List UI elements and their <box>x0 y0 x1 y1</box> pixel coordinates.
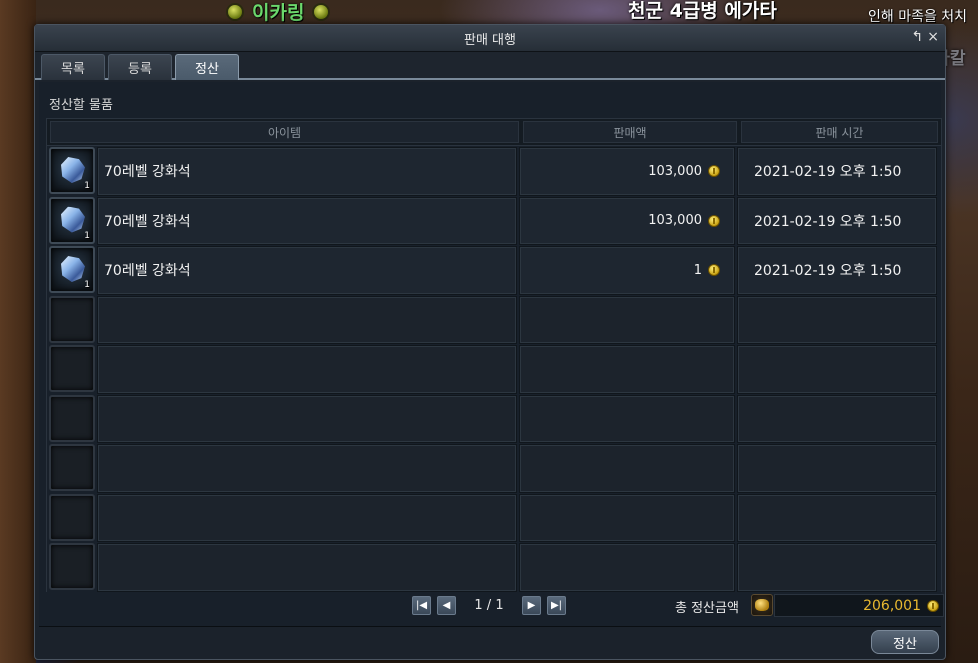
item-quantity: 1 <box>84 230 90 241</box>
prev-page-icon[interactable]: ◀ <box>437 596 456 615</box>
settlement-table: 아이템 판매액 판매 시간 1 70레벨 강화석 103,000 2021-02… <box>46 118 942 592</box>
empty-table-row <box>46 443 942 493</box>
empty-cell <box>737 295 937 344</box>
column-header-price[interactable]: 판매액 <box>523 121 737 143</box>
empty-table-row <box>46 393 942 443</box>
total-label: 총 정산금액 <box>675 601 739 616</box>
total-amount: 206,001 <box>863 597 921 614</box>
gold-coin-icon <box>927 599 939 612</box>
table-row[interactable]: 1 70레벨 강화석 103,000 2021-02-19 오후 1:50 <box>46 146 942 196</box>
close-icon[interactable]: × <box>927 29 939 45</box>
item-slot[interactable]: 1 <box>49 147 95 194</box>
last-page-icon[interactable]: ▶| <box>547 596 566 615</box>
empty-cell <box>519 345 735 394</box>
empty-cell <box>519 493 735 542</box>
item-quantity: 1 <box>84 181 90 191</box>
gold-coin-icon <box>708 165 720 178</box>
empty-item-slot <box>49 295 95 343</box>
table-row[interactable]: 1 70레벨 강화석 1 2021-02-19 오후 1:50 <box>46 245 942 295</box>
item-quantity: 1 <box>84 280 90 290</box>
first-page-icon[interactable]: |◀ <box>412 596 431 615</box>
empty-cell <box>519 543 735 592</box>
sale-time: 2021-02-19 오후 1:50 <box>737 147 937 196</box>
item-slot[interactable]: 1 <box>49 246 95 293</box>
gold-coin-icon <box>708 214 720 227</box>
window-title: 판매 대행 <box>464 32 516 48</box>
settle-button[interactable]: 정산 <box>871 630 939 654</box>
empty-table-row <box>46 492 942 542</box>
empty-cell <box>97 345 517 394</box>
settlement-panel: 정산할 물품 아이템 판매액 판매 시간 1 70레벨 강화석 103,000 … <box>39 82 944 627</box>
empty-cell <box>737 345 937 394</box>
item-slot[interactable]: 1 <box>49 196 95 244</box>
empty-table-row <box>46 542 942 592</box>
tab-bar: 목록 등록 정산 <box>35 52 945 80</box>
sales-agent-window: 판매 대행 ↰ × 목록 등록 정산 정산할 물품 아이템 판매액 판매 시간 … <box>34 24 946 660</box>
enhancement-stone-icon <box>61 157 85 183</box>
empty-cell <box>737 493 937 542</box>
empty-item-slot <box>49 345 95 392</box>
window-titlebar[interactable]: 판매 대행 ↰ × <box>35 25 945 52</box>
empty-table-row <box>46 294 942 344</box>
empty-cell <box>519 444 735 493</box>
section-label: 정산할 물품 <box>49 98 113 113</box>
enhancement-stone-icon <box>61 256 85 282</box>
sale-price-cell: 103,000 <box>519 196 735 245</box>
sale-time: 2021-02-19 오후 1:50 <box>737 246 937 295</box>
tab-list[interactable]: 목록 <box>41 54 105 80</box>
tab-register[interactable]: 등록 <box>108 54 172 80</box>
sale-price-cell: 1 <box>519 246 735 295</box>
enhancement-stone-icon <box>61 206 85 233</box>
table-footer: |◀ ◀ 1 / 1 ▶ ▶| 총 정산금액 206,001 <box>46 590 944 620</box>
gold-coin-icon <box>708 264 720 277</box>
sale-price-cell: 103,000 <box>519 147 735 196</box>
empty-cell <box>97 493 517 542</box>
sale-price: 103,000 <box>648 163 702 179</box>
sale-price: 103,000 <box>648 213 702 229</box>
column-header-item[interactable]: 아이템 <box>50 121 519 143</box>
column-header-time[interactable]: 판매 시간 <box>741 121 938 143</box>
empty-cell <box>737 444 937 493</box>
empty-cell <box>737 543 937 592</box>
money-bag-icon <box>751 594 773 616</box>
tab-settlement[interactable]: 정산 <box>175 54 239 80</box>
total-amount-field: 206,001 <box>774 594 944 617</box>
guild-orb-icon <box>312 2 331 21</box>
empty-cell <box>97 444 517 493</box>
pagination: |◀ ◀ 1 / 1 ▶ ▶| <box>412 596 566 615</box>
empty-cell <box>519 295 735 344</box>
sale-price: 1 <box>693 262 702 278</box>
player-nameplate: 이카링 <box>226 0 331 25</box>
empty-item-slot <box>49 394 95 442</box>
item-name: 70레벨 강화석 <box>97 246 517 295</box>
sale-time: 2021-02-19 오후 1:50 <box>737 196 937 245</box>
page-indicator: 1 / 1 <box>474 598 504 613</box>
quest-tracker-text: 인해 마족을 처치 <box>868 9 968 25</box>
empty-cell <box>97 295 517 344</box>
player-name: 이카링 <box>252 2 305 24</box>
empty-cell <box>519 394 735 443</box>
npc-nameplate: 천군 4급병 에가타 <box>628 0 777 22</box>
table-row[interactable]: 1 70레벨 강화석 103,000 2021-02-19 오후 1:50 <box>46 195 942 245</box>
empty-item-slot <box>49 444 95 491</box>
empty-item-slot <box>49 493 95 541</box>
item-name: 70레벨 강화석 <box>97 196 517 245</box>
empty-cell <box>97 394 517 443</box>
empty-item-slot <box>49 543 95 590</box>
guild-orb-icon <box>226 2 244 21</box>
table-header: 아이템 판매액 판매 시간 <box>46 118 942 146</box>
empty-cell <box>737 394 937 443</box>
empty-cell <box>97 543 517 592</box>
empty-table-row <box>46 344 942 394</box>
item-name: 70레벨 강화석 <box>97 147 517 196</box>
refresh-icon[interactable]: ↰ <box>912 29 924 45</box>
next-page-icon[interactable]: ▶ <box>522 596 541 615</box>
